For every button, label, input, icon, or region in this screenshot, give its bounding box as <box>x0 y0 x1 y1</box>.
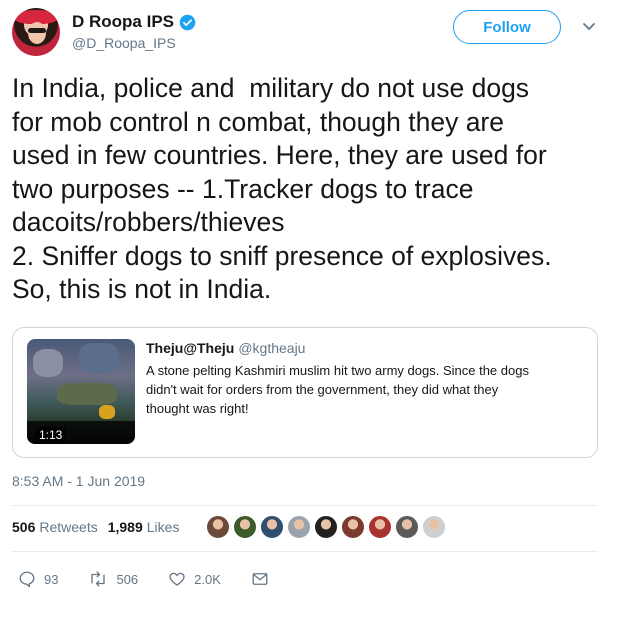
liker-avatar[interactable] <box>395 515 419 539</box>
divider <box>12 551 598 552</box>
tweet-line: 2. Sniffer dogs to sniff presence of exp… <box>12 240 552 271</box>
reply-button[interactable]: 93 <box>18 570 58 588</box>
like-button[interactable]: 2.0K <box>168 570 221 588</box>
retweets-count: 506 <box>12 519 36 535</box>
liker-avatars <box>206 515 449 539</box>
author-avatar[interactable] <box>12 8 60 56</box>
liker-avatar[interactable] <box>422 515 446 539</box>
video-duration: 1:13 <box>35 427 67 443</box>
likes-label: Likes <box>146 519 180 535</box>
verified-badge-icon <box>179 14 196 30</box>
chevron-down-icon[interactable] <box>582 22 596 32</box>
retweets-label: Retweets <box>39 519 98 535</box>
tweet-line: So, this is not in India. <box>12 274 272 304</box>
engagement-stats: 506 Retweets 1,989 Likes <box>12 519 179 535</box>
retweet-button[interactable]: 506 <box>88 570 138 588</box>
retweet-count: 506 <box>116 571 139 587</box>
quoted-line: A stone pelting Kashmiri muslim hit two … <box>146 363 529 378</box>
quoted-tweet-card[interactable]: 1:13 Theju@Theju @kgtheaju A stone peltin… <box>12 327 598 458</box>
tweet-text: In India, police and military do not use… <box>12 72 612 307</box>
liker-avatar[interactable] <box>287 515 311 539</box>
likes-count: 1,989 <box>107 519 143 535</box>
author-name-text[interactable]: D Roopa IPS <box>72 12 174 32</box>
follow-button[interactable]: Follow <box>453 10 561 44</box>
heart-icon <box>169 572 185 586</box>
quoted-author-handle: @kgtheaju <box>238 340 306 356</box>
liker-avatar[interactable] <box>260 515 284 539</box>
quoted-author[interactable]: Theju@Theju @kgtheaju <box>146 340 305 356</box>
quoted-author-name: Theju@Theju <box>146 340 235 356</box>
tweet-line: In India, police and military do not use… <box>12 73 530 103</box>
liker-avatar[interactable] <box>233 515 257 539</box>
video-thumbnail[interactable]: 1:13 <box>27 339 135 444</box>
tweet-line: used in few countries. Here, they are us… <box>12 140 547 170</box>
tweet-line: for mob control n combat, though they ar… <box>12 106 504 137</box>
tweet-line: dacoits/robbers/thieves <box>12 207 285 237</box>
author-handle[interactable]: @D_Roopa_IPS <box>72 35 176 51</box>
tweet-timestamp[interactable]: 8:53 AM - 1 Jun 2019 <box>12 473 145 489</box>
retweet-icon <box>91 571 106 587</box>
quoted-line: thought was right! <box>146 401 249 416</box>
divider <box>12 505 598 506</box>
liker-avatar[interactable] <box>314 515 338 539</box>
like-count: 2.0K <box>194 571 221 587</box>
reply-count: 93 <box>44 571 59 587</box>
liker-avatar[interactable] <box>368 515 392 539</box>
likes-stat[interactable]: 1,989 Likes <box>108 519 180 535</box>
liker-avatar[interactable] <box>206 515 230 539</box>
tweet-actions: 93 506 2.0K <box>18 570 307 588</box>
liker-avatar[interactable] <box>341 515 365 539</box>
reply-icon <box>19 571 35 588</box>
quoted-tweet-text: A stone pelting Kashmiri muslim hit two … <box>146 361 586 418</box>
quoted-line: didn't wait for orders from the governme… <box>146 382 499 397</box>
tweet-line: two purposes -- 1.Tracker dogs to trace <box>12 173 474 204</box>
retweets-stat[interactable]: 506 Retweets <box>12 519 98 535</box>
envelope-icon <box>252 573 268 585</box>
author-name[interactable]: D Roopa IPS <box>72 12 196 32</box>
direct-message-button[interactable] <box>251 570 277 588</box>
